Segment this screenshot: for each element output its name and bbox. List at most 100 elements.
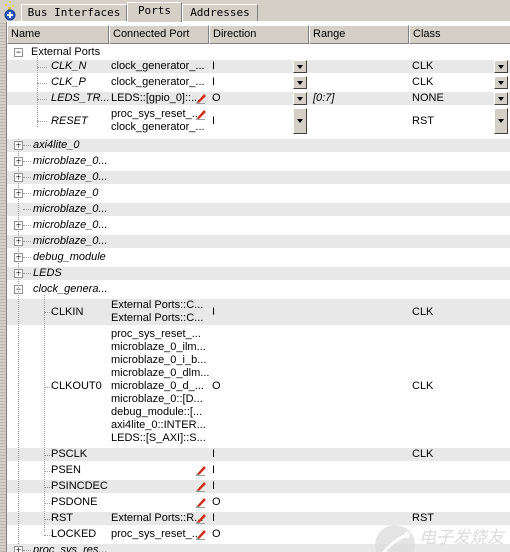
connected-port[interactable]: External Ports::C...: [111, 312, 203, 325]
add-port-icon[interactable]: [2, 1, 18, 21]
connected-port[interactable]: microblaze_0::[D...: [111, 393, 203, 406]
port-direction[interactable]: I: [212, 448, 215, 461]
port-row-psincdec[interactable]: PSINCDEC I: [7, 480, 510, 493]
port-class[interactable]: CLK: [412, 380, 433, 393]
edit-pencil-icon[interactable]: [195, 92, 207, 104]
port-class[interactable]: NONE: [412, 92, 444, 105]
port-class[interactable]: CLK: [412, 448, 433, 461]
column-header-direction[interactable]: Direction: [209, 25, 309, 44]
connected-port[interactable]: clock_generator_...: [111, 76, 205, 89]
direction-dropdown-button[interactable]: [293, 76, 307, 89]
tree-node-instance[interactable]: + microblaze_0...: [7, 235, 510, 248]
port-name: PSINCDEC: [51, 480, 108, 492]
port-row-psclk[interactable]: PSCLK I CLK: [7, 448, 510, 461]
edit-pencil-icon[interactable]: [195, 480, 207, 492]
connected-port[interactable]: microblaze_0_i_b...: [111, 354, 206, 367]
edit-pencil-icon[interactable]: [195, 496, 207, 508]
connected-port[interactable]: debug_module::[...: [111, 406, 202, 419]
port-row-psdone[interactable]: PSDONE O: [7, 496, 510, 509]
watermark-logo: 电子发烧友 www.elecfans.com: [375, 525, 506, 552]
tree-node-clock-generator[interactable]: − clock_genera...: [7, 283, 510, 296]
tree-node-instance[interactable]: + microblaze_0...: [7, 155, 510, 168]
tree-node-instance[interactable]: + debug_module: [7, 251, 510, 264]
column-header-class[interactable]: Class: [409, 25, 510, 44]
tree-node-instance[interactable]: + microblaze_0...: [7, 219, 510, 232]
tab-ports[interactable]: Ports: [127, 2, 182, 22]
port-direction[interactable]: I: [212, 76, 215, 89]
tree-connector: [37, 121, 47, 122]
tree-connector: [23, 209, 31, 210]
expand-icon[interactable]: +: [14, 546, 23, 552]
port-row-clkp[interactable]: CLK_P clock_generator_... I CLK: [7, 76, 510, 89]
instance-label: debug_module: [33, 251, 106, 263]
class-dropdown-button[interactable]: [494, 108, 508, 134]
connected-port[interactable]: clock_generator_...: [111, 60, 205, 73]
port-row-clkn[interactable]: CLK_N clock_generator_... I CLK: [7, 60, 510, 73]
class-dropdown-button[interactable]: [494, 92, 508, 105]
tree-node-instance[interactable]: microblaze_0...: [7, 203, 510, 216]
direction-dropdown-button[interactable]: [293, 108, 307, 134]
class-dropdown-button[interactable]: [494, 76, 508, 89]
edit-pencil-icon[interactable]: [195, 512, 207, 524]
port-class[interactable]: CLK: [412, 60, 433, 73]
tree-connector: [23, 257, 31, 258]
collapse-icon[interactable]: −: [14, 48, 23, 57]
edit-pencil-icon[interactable]: [195, 464, 207, 476]
column-header-connected-port[interactable]: Connected Port: [109, 25, 209, 44]
tree-node-instance[interactable]: + axi4lite_0: [7, 139, 510, 152]
tree-node-instance[interactable]: + microblaze_0...: [7, 171, 510, 184]
connected-port[interactable]: microblaze_0_dlm...: [111, 367, 209, 380]
edit-pencil-icon[interactable]: [195, 108, 207, 120]
connected-port[interactable]: LEDS::[S_AXI]::S...: [111, 432, 206, 445]
port-direction[interactable]: I: [212, 480, 215, 493]
port-direction[interactable]: O: [212, 496, 221, 509]
connected-port[interactable]: External Ports::C...: [111, 299, 203, 312]
tab-bar: Bus Interfaces Ports Addresses: [0, 0, 510, 22]
port-row-ledstr[interactable]: LEDS_TR... LEDS::[gpio_0]::... O [0:7] NONE: [7, 92, 510, 105]
connected-port[interactable]: proc_sys_reset_...: [111, 108, 201, 121]
direction-dropdown-button[interactable]: [293, 60, 307, 73]
port-direction[interactable]: O: [212, 380, 221, 393]
port-direction[interactable]: I: [212, 60, 215, 73]
port-row-psen[interactable]: PSEN I: [7, 464, 510, 477]
port-name: CLK_N: [51, 60, 87, 72]
tree-line: [18, 139, 19, 550]
connected-port[interactable]: proc_sys_reset_...: [111, 528, 201, 541]
column-header-name[interactable]: Name: [7, 25, 109, 44]
connected-port[interactable]: axi4lite_0::INTER...: [111, 419, 206, 432]
port-row-clkout0[interactable]: CLKOUT0 proc_sys_reset_... microblaze_0_il…: [7, 328, 510, 445]
connected-port[interactable]: LEDS::[gpio_0]::...: [111, 92, 200, 105]
connected-port[interactable]: proc_sys_reset_...: [111, 328, 201, 341]
tab-addresses[interactable]: Addresses: [182, 4, 258, 21]
instance-label: axi4lite_0: [33, 139, 80, 151]
instance-label: LEDS: [33, 267, 62, 279]
port-name: PSDONE: [51, 496, 98, 508]
connected-port[interactable]: microblaze_0_d_...: [111, 380, 204, 393]
port-row-clkin[interactable]: CLKIN External Ports::C... External Ports:…: [7, 299, 510, 325]
port-direction[interactable]: I: [212, 115, 215, 128]
tree-node-external-ports[interactable]: − External Ports: [7, 46, 510, 59]
port-class[interactable]: CLK: [412, 76, 433, 89]
port-class[interactable]: CLK: [412, 306, 433, 319]
connected-port[interactable]: External Ports::R...: [111, 512, 203, 525]
port-direction[interactable]: I: [212, 512, 215, 525]
port-direction[interactable]: I: [212, 306, 215, 319]
port-name: CLKOUT0: [51, 380, 102, 392]
edit-pencil-icon[interactable]: [195, 528, 207, 540]
port-name: RESET: [51, 114, 88, 127]
connected-port[interactable]: microblaze_0_ilm...: [111, 341, 206, 354]
tree-node-instance[interactable]: + LEDS: [7, 267, 510, 280]
class-dropdown-button[interactable]: [494, 60, 508, 73]
instance-label: microblaze_0...: [33, 171, 108, 183]
port-direction[interactable]: I: [212, 464, 215, 477]
port-class[interactable]: RST: [412, 115, 434, 128]
connected-port[interactable]: clock_generator_...: [111, 121, 205, 134]
column-header-range[interactable]: Range: [309, 25, 409, 44]
port-direction[interactable]: O: [212, 528, 221, 541]
port-row-reset[interactable]: RESET proc_sys_reset_... clock_generator_.…: [7, 108, 510, 134]
tab-bus-interfaces[interactable]: Bus Interfaces: [21, 4, 127, 21]
tree-node-instance[interactable]: + microblaze_0: [7, 187, 510, 200]
port-direction[interactable]: O: [212, 92, 221, 105]
port-range[interactable]: [0:7]: [313, 92, 334, 105]
direction-dropdown-button[interactable]: [293, 92, 307, 105]
